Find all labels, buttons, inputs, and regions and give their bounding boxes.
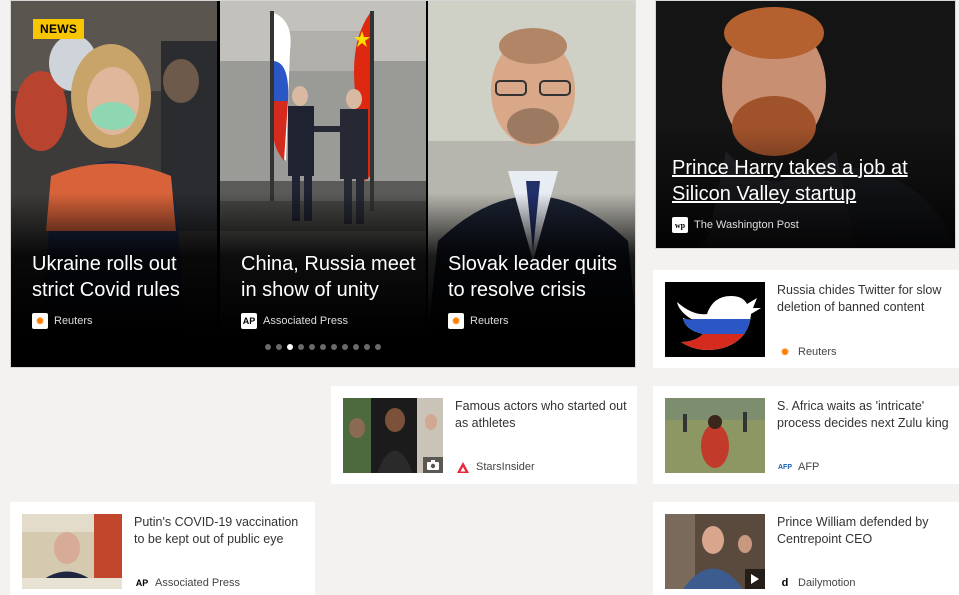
carousel-slide[interactable]: Slovak leader quits to resolve crisis ✺ … <box>428 1 635 333</box>
card-source-label: AFP <box>798 461 820 473</box>
card-source: AP Associated Press <box>134 575 240 591</box>
card-source-label: Associated Press <box>155 577 240 589</box>
feature-source: wp The Washington Post <box>672 217 799 233</box>
card-source: ✺ Reuters <box>777 344 837 360</box>
news-badge: NEWS <box>33 19 85 39</box>
news-card[interactable]: Russia chides Twitter for slow deletion … <box>653 270 959 368</box>
feature-card[interactable]: Prince Harry takes a job at Silicon Vall… <box>655 0 956 249</box>
card-source: StarsInsider <box>455 459 535 475</box>
feature-headline[interactable]: Prince Harry takes a job at Silicon Vall… <box>672 155 945 207</box>
card-headline[interactable]: Famous actors who started out as athlete… <box>455 398 627 432</box>
card-thumbnail <box>343 398 443 473</box>
camera-icon <box>423 457 443 473</box>
card-source-label: StarsInsider <box>476 461 535 473</box>
carousel-page-dot[interactable] <box>364 344 370 350</box>
card-thumbnail <box>665 398 765 473</box>
afp-logo-icon: AFP <box>778 463 792 471</box>
carousel-page-dot[interactable] <box>353 344 359 350</box>
carousel-slide[interactable]: China, Russia meet in show of unity AP A… <box>220 1 426 333</box>
carousel-page-dot[interactable] <box>298 344 304 350</box>
card-headline[interactable]: Putin's COVID-19 vaccination to be kept … <box>134 514 305 548</box>
dailymotion-logo-icon: d <box>781 577 789 589</box>
carousel-pagination <box>11 344 635 350</box>
slide-source-label: Reuters <box>54 315 93 327</box>
news-card[interactable]: Famous actors who started out as athlete… <box>331 386 637 484</box>
card-headline[interactable]: Prince William defended by Centrepoint C… <box>777 514 949 548</box>
slide-headline[interactable]: Ukraine rolls out strict Covid rules <box>32 251 209 303</box>
card-thumbnail <box>665 514 765 589</box>
carousel-page-dot[interactable] <box>309 344 315 350</box>
card-thumbnail <box>665 282 765 357</box>
news-card[interactable]: Putin's COVID-19 vaccination to be kept … <box>10 502 315 595</box>
card-source-label: Dailymotion <box>798 577 856 589</box>
reuters-logo-icon: ✺ <box>448 313 464 329</box>
carousel-page-dot[interactable] <box>375 344 381 350</box>
slide-source: ✺ Reuters <box>32 313 93 329</box>
ap-logo-icon: AP <box>241 313 257 329</box>
slide-source: ✺ Reuters <box>448 313 509 329</box>
slide-source: AP Associated Press <box>241 313 348 329</box>
card-thumbnail <box>22 514 122 589</box>
card-source-label: Reuters <box>798 346 837 358</box>
card-headline[interactable]: Russia chides Twitter for slow deletion … <box>777 282 949 316</box>
card-source: d Dailymotion <box>777 575 856 591</box>
carousel-page-dot[interactable] <box>331 344 337 350</box>
slide-source-label: Reuters <box>470 315 509 327</box>
reuters-logo-icon: ✺ <box>32 313 48 329</box>
reuters-logo-icon: ✺ <box>781 346 789 357</box>
washington-post-logo-icon: wp <box>672 217 688 233</box>
slide-source-label: Associated Press <box>263 315 348 327</box>
play-icon[interactable] <box>745 569 765 589</box>
carousel-page-dot[interactable] <box>342 344 348 350</box>
starsinsider-logo-icon <box>455 459 471 475</box>
news-card[interactable]: S. Africa waits as 'intricate' process d… <box>653 386 959 484</box>
news-card[interactable]: Prince William defended by Centrepoint C… <box>653 502 959 595</box>
carousel-page-dot[interactable] <box>276 344 282 350</box>
ap-logo-icon: AP <box>135 578 149 588</box>
slide-headline[interactable]: China, Russia meet in show of unity <box>241 251 418 303</box>
card-source: AFP AFP <box>777 459 819 475</box>
carousel-page-dot[interactable] <box>265 344 271 350</box>
carousel-page-dot[interactable] <box>287 344 293 350</box>
slide-headline[interactable]: Slovak leader quits to resolve crisis <box>448 251 629 303</box>
carousel-slide[interactable]: Ukraine rolls out strict Covid rules ✺ R… <box>11 1 217 333</box>
feature-source-label: The Washington Post <box>694 219 799 231</box>
card-headline[interactable]: S. Africa waits as 'intricate' process d… <box>777 398 949 432</box>
carousel-page-dot[interactable] <box>320 344 326 350</box>
news-carousel[interactable]: Ukraine rolls out strict Covid rules ✺ R… <box>10 0 636 368</box>
